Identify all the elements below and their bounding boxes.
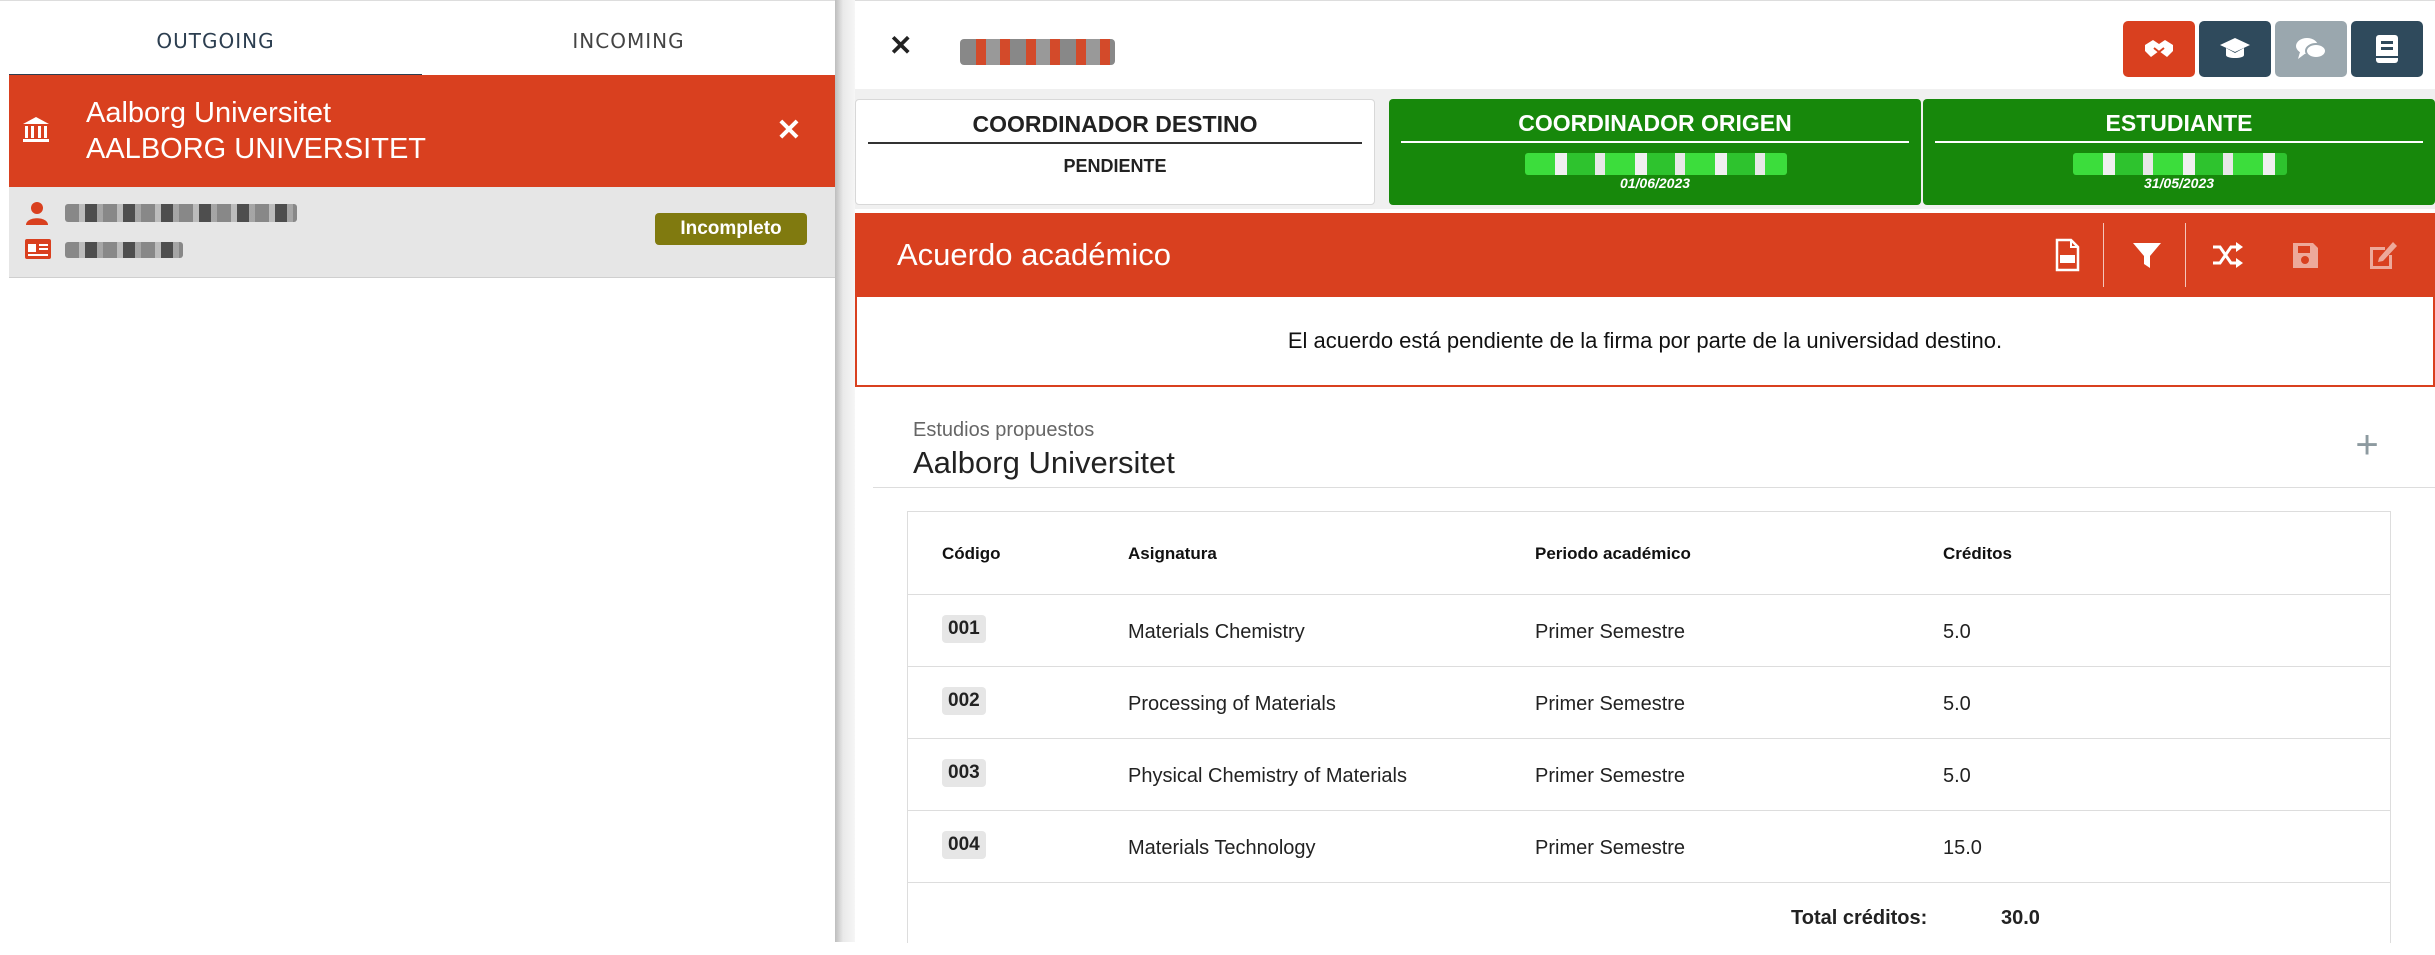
left-panel: OUTGOING INCOMING Aalborg Universitet AA… xyxy=(0,0,835,943)
user-icon xyxy=(26,202,48,225)
book-button[interactable] xyxy=(2351,21,2423,77)
subject-cell: Materials Chemistry xyxy=(1128,621,1305,643)
shuffle-icon[interactable] xyxy=(2209,237,2245,273)
table-row: 002 Processing of Materials Primer Semes… xyxy=(908,666,2390,739)
studies-university: Aalborg Universitet xyxy=(913,445,1175,480)
card-coordinador-destino: COORDINADOR DESTINO PENDIENTE xyxy=(855,99,1375,205)
total-row: Total créditos: 30.0 xyxy=(908,882,2390,955)
student-id-redacted xyxy=(65,242,183,258)
save-icon[interactable] xyxy=(2287,237,2323,273)
filter-icon[interactable] xyxy=(2129,237,2165,273)
status-badge: Incompleto xyxy=(655,213,807,245)
section-title: Acuerdo académico xyxy=(897,237,1171,272)
bank-icon xyxy=(23,117,49,142)
close-icon[interactable]: ✕ xyxy=(771,113,807,149)
card-title: COORDINADOR DESTINO xyxy=(868,112,1362,144)
subjects-table: Código Asignatura Periodo académico Créd… xyxy=(907,511,2391,943)
acuerdo-header: Acuerdo académico xyxy=(855,213,2435,297)
university-name-upper: AALBORG UNIVERSITET xyxy=(86,133,427,165)
university-name: Aalborg Universitet xyxy=(86,97,331,129)
code-badge: 004 xyxy=(942,831,986,859)
section-divider xyxy=(873,487,2435,488)
signer-name-redacted xyxy=(2073,153,2287,175)
card-date: 31/05/2023 xyxy=(2143,175,2215,191)
credits-cell: 5.0 xyxy=(1943,621,1971,643)
plus-icon[interactable]: + xyxy=(2347,425,2387,465)
book-icon xyxy=(2376,35,2398,63)
student-name-redacted xyxy=(960,39,1115,65)
column-header-period: Periodo académico xyxy=(1535,544,1691,563)
subject-cell: Processing of Materials xyxy=(1128,693,1336,715)
card-coordinador-origen: COORDINADOR ORIGEN 01/06/2023 xyxy=(1389,99,1921,205)
tab-incoming[interactable]: INCOMING xyxy=(422,7,835,75)
card-status: PENDIENTE xyxy=(1063,156,1167,176)
column-header-subject: Asignatura xyxy=(1128,544,1217,563)
table-row: 003 Physical Chemistry of Materials Prim… xyxy=(908,738,2390,811)
period-cell: Primer Semestre xyxy=(1535,621,1686,643)
card-estudiante: ESTUDIANTE 31/05/2023 xyxy=(1923,99,2435,205)
total-credits-label: Total créditos: xyxy=(1791,907,1928,929)
column-header-credits: Créditos xyxy=(1943,544,2012,563)
table-row: 004 Materials Technology Primer Semestre… xyxy=(908,810,2390,883)
tab-outgoing[interactable]: OUTGOING xyxy=(9,7,422,77)
chat-button[interactable] xyxy=(2275,21,2347,77)
edit-icon[interactable] xyxy=(2365,237,2401,273)
student-list-item[interactable]: Incompleto xyxy=(9,187,835,278)
subject-cell: Materials Technology xyxy=(1128,837,1316,859)
pdf-icon[interactable] xyxy=(2049,237,2085,273)
credits-cell: 15.0 xyxy=(1943,837,1982,859)
notice-text: El acuerdo está pendiente de la firma po… xyxy=(1287,328,2003,353)
pending-signature-notice: El acuerdo está pendiente de la firma po… xyxy=(855,297,2435,387)
period-cell: Primer Semestre xyxy=(1535,837,1686,859)
handshake-icon xyxy=(2145,40,2173,57)
card-title: ESTUDIANTE xyxy=(1935,111,2423,143)
student-name-redacted xyxy=(65,204,297,222)
column-header-code: Código xyxy=(942,544,1001,563)
toolbar-separator xyxy=(2103,223,2104,287)
chat-icon xyxy=(2296,38,2327,59)
university-header: Aalborg Universitet AALBORG UNIVERSITET … xyxy=(9,75,835,187)
period-cell: Primer Semestre xyxy=(1535,765,1686,787)
table-row: 001 Materials Chemistry Primer Semestre … xyxy=(908,594,2390,667)
detail-panel: ✕ COORDINADOR DESTINO PENDIENTE COORDINA… xyxy=(855,0,2435,943)
direction-tabs: OUTGOING INCOMING xyxy=(9,7,835,77)
code-badge: 001 xyxy=(942,615,986,643)
handshake-button[interactable] xyxy=(2123,21,2195,77)
code-badge: 002 xyxy=(942,687,986,715)
signer-name-redacted xyxy=(1525,153,1787,175)
code-badge: 003 xyxy=(942,759,986,787)
graduation-button[interactable] xyxy=(2199,21,2271,77)
id-card-icon xyxy=(25,239,51,259)
graduation-cap-icon xyxy=(2220,38,2250,58)
card-date: 01/06/2023 xyxy=(1619,175,1691,191)
credits-cell: 5.0 xyxy=(1943,765,1971,787)
period-cell: Primer Semestre xyxy=(1535,693,1686,715)
panel-divider[interactable] xyxy=(835,0,855,942)
toolbar-separator xyxy=(2185,223,2186,287)
card-title: COORDINADOR ORIGEN xyxy=(1401,111,1909,143)
credits-cell: 5.0 xyxy=(1943,693,1971,715)
close-icon[interactable]: ✕ xyxy=(889,31,919,61)
studies-label: Estudios propuestos xyxy=(913,419,1095,441)
subject-cell: Physical Chemistry of Materials xyxy=(1128,765,1407,787)
total-credits-value: 30.0 xyxy=(2001,907,2040,929)
